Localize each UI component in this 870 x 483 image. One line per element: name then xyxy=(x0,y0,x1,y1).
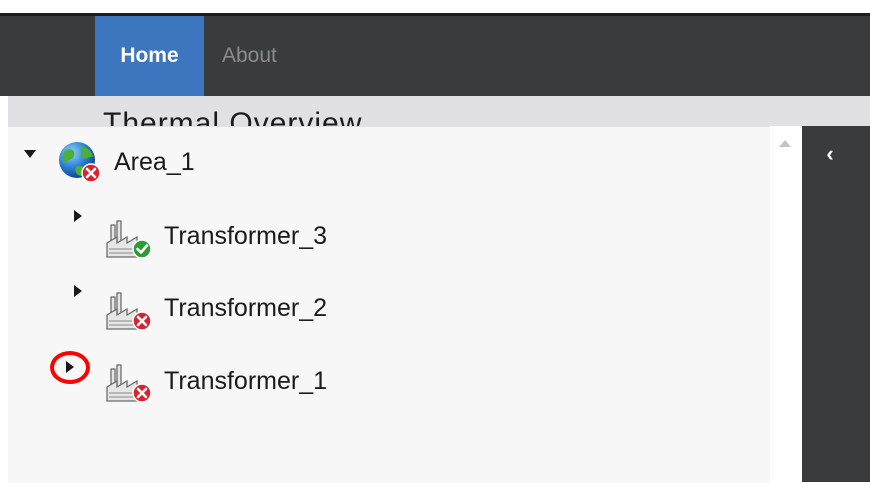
caret-right-icon xyxy=(74,210,82,222)
tree-expander-transformer-2[interactable] xyxy=(72,284,86,298)
caret-right-icon xyxy=(74,285,82,297)
tree-node-label-transformer-1[interactable]: Transformer_1 xyxy=(164,367,327,396)
error-badge-icon xyxy=(81,163,101,183)
error-badge-icon xyxy=(132,311,152,331)
ok-badge-icon xyxy=(132,239,152,259)
page-title: Thermal Overview xyxy=(103,107,363,126)
tree-node-label-transformer-2[interactable]: Transformer_2 xyxy=(164,294,327,323)
factory-icon xyxy=(106,220,152,259)
tree-node-label-transformer-3[interactable]: Transformer_3 xyxy=(164,222,327,251)
page-header-band: Thermal Overview xyxy=(8,96,870,126)
side-panel xyxy=(802,126,870,482)
tree-expander-transformer-3[interactable] xyxy=(72,209,86,223)
scrollbar[interactable] xyxy=(770,126,802,482)
factory-icon xyxy=(106,364,152,403)
tree-node-label-area-1[interactable]: Area_1 xyxy=(114,148,195,177)
scroll-up-arrow-icon[interactable] xyxy=(779,140,791,147)
globe-icon xyxy=(59,142,101,183)
left-margin xyxy=(0,126,8,482)
factory-icon xyxy=(106,292,152,331)
error-badge-icon xyxy=(132,383,152,403)
highlight-circle xyxy=(50,351,90,384)
nav-tab-about[interactable]: About xyxy=(222,16,288,96)
top-navbar: Home About xyxy=(0,13,870,96)
collapse-panel-chevron-icon[interactable]: ‹ xyxy=(820,140,840,168)
caret-down-icon xyxy=(24,150,36,158)
top-border xyxy=(0,0,870,13)
tree-expander-area-1[interactable] xyxy=(23,147,37,161)
nav-tab-home[interactable]: Home xyxy=(95,16,204,96)
